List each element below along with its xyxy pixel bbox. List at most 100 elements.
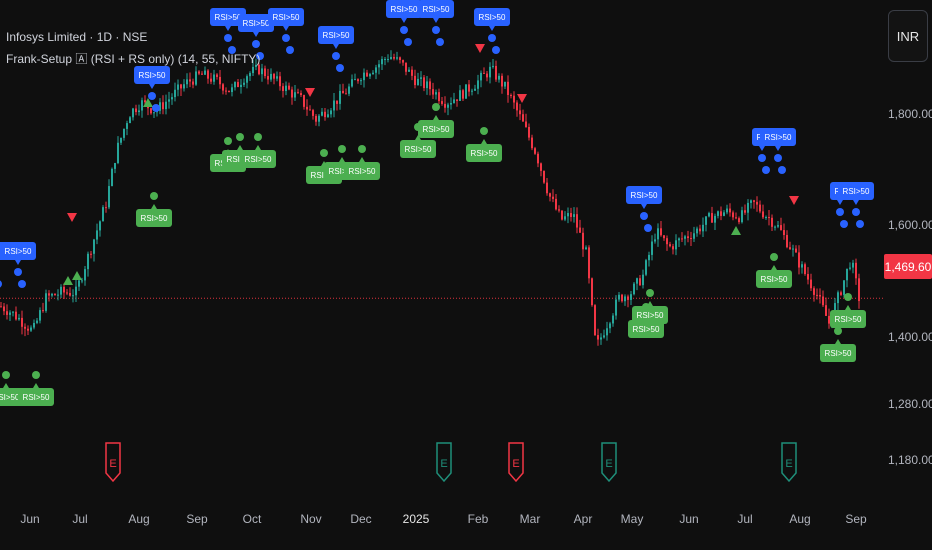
x-tick-label: Aug: [128, 512, 150, 526]
candle-body: [39, 310, 41, 321]
candle-body: [342, 90, 344, 94]
rsi-blue-label-dot: [762, 166, 770, 174]
candle-body: [138, 110, 140, 113]
rsi-green-label: RSI>50: [761, 275, 788, 284]
candle-body: [216, 74, 218, 77]
rsi-blue-label: RSI>50: [479, 13, 506, 22]
candle-body: [111, 168, 113, 187]
candle-body: [3, 306, 5, 312]
candle-body: [357, 79, 359, 82]
candle-body: [600, 337, 602, 340]
rsi-green-label-pointer: [845, 305, 851, 310]
candle-body: [810, 279, 812, 289]
candle-body: [753, 200, 755, 202]
sell-arrow: [305, 88, 315, 97]
rsi-blue-label-dot: [404, 38, 412, 46]
candle-body: [300, 93, 302, 96]
candle-body: [468, 84, 470, 92]
candle-body: [426, 81, 428, 89]
candle-body: [489, 66, 491, 78]
candle-body: [585, 247, 587, 250]
y-tick-label: 1,400.00: [888, 330, 932, 345]
candle-body: [720, 211, 722, 216]
candle-body: [786, 235, 788, 248]
rsi-blue-label-dot: [336, 64, 344, 72]
candle-body: [564, 216, 566, 220]
candle-body: [855, 262, 857, 279]
candle-body: [798, 252, 800, 268]
rsi-blue-label: RSI>50: [631, 191, 658, 200]
rsi-green-label: RSI>50: [471, 149, 498, 158]
candle-body: [45, 293, 47, 311]
candle-body: [723, 212, 725, 216]
rsi-green-label-dot: [150, 192, 158, 200]
candle-body: [708, 213, 710, 217]
rsi-blue-label-dot: [148, 92, 156, 100]
rsi-blue-label-dot: [778, 166, 786, 174]
candle-body: [390, 57, 392, 60]
candle-body: [363, 72, 365, 81]
candle-body: [186, 79, 188, 85]
candle-body: [399, 57, 401, 61]
candle-body: [783, 230, 785, 236]
symbol-line[interactable]: Infosys Limited · 1D · NSE: [6, 26, 260, 48]
x-tick-label: Oct: [242, 512, 262, 526]
candle-body: [705, 216, 707, 225]
rsi-green-label: RSI>50: [0, 393, 20, 402]
candle-body: [105, 207, 107, 209]
rsi-blue-label-pointer: [149, 84, 155, 89]
candle-body: [699, 228, 701, 232]
candle-body: [432, 89, 434, 95]
candle-body: [444, 103, 446, 108]
rsi-blue-label-dot: [640, 212, 648, 220]
rsi-green-label: RSI>50: [835, 315, 862, 324]
candle-body: [474, 88, 476, 91]
rsi-green-label-dot: [224, 137, 232, 145]
price-chart-svg[interactable]: E E E E ERSI>50RSI>50RSI>50RSI>50RSI>50RSI>5…: [0, 0, 932, 550]
candle-body: [54, 293, 56, 296]
candle-body: [828, 315, 830, 324]
rsi-blue-label: RSI>50: [139, 71, 166, 80]
candle-body: [231, 87, 233, 93]
candle-body: [306, 106, 308, 110]
candle-body: [825, 305, 827, 316]
currency-button[interactable]: INR: [888, 10, 928, 62]
candle-body: [738, 218, 740, 223]
rsi-blue-label: RSI>50: [273, 13, 300, 22]
candle-body: [264, 68, 266, 77]
candle-body: [99, 221, 101, 231]
rsi-green-label-pointer: [359, 157, 365, 162]
candle-body: [477, 80, 479, 89]
candle-body: [660, 228, 662, 236]
candle-body: [381, 59, 383, 65]
rsi-blue-label-pointer: [489, 26, 495, 31]
candle-body: [288, 85, 290, 90]
candle-body: [627, 296, 629, 300]
candle-body: [126, 123, 128, 129]
candle-body: [654, 239, 656, 242]
rsi-blue-label-dot: [852, 208, 860, 216]
candle-body: [696, 228, 698, 234]
candle-body: [771, 217, 773, 227]
candle-body: [591, 278, 593, 306]
candle-body: [732, 212, 734, 218]
candle-body: [18, 317, 20, 320]
candle-body: [291, 89, 293, 98]
indicator-line[interactable]: Frank-Setup 🄰 (RSI + RS only) (14, 55, N…: [6, 48, 260, 70]
candle-body: [9, 312, 11, 315]
candle-body: [612, 315, 614, 324]
candle-body: [228, 90, 230, 93]
x-tick-label: May: [620, 512, 644, 526]
candle-body: [789, 247, 791, 250]
chart[interactable]: E E E E E RSI>50 RSI>50 RSI>50 RSI>50 RSI>50 RSI>5…: [0, 0, 932, 550]
candle-body: [294, 92, 296, 98]
candle-body: [195, 71, 197, 85]
candle-body: [714, 215, 716, 223]
candle-body: [807, 274, 809, 280]
rsi-blue-label-dot: [840, 220, 848, 228]
candle-body: [285, 85, 287, 92]
candle-body: [555, 198, 557, 210]
rsi-blue-label-pointer: [15, 260, 21, 265]
candle-body: [171, 97, 173, 100]
rsi-blue-label-pointer: [283, 26, 289, 31]
